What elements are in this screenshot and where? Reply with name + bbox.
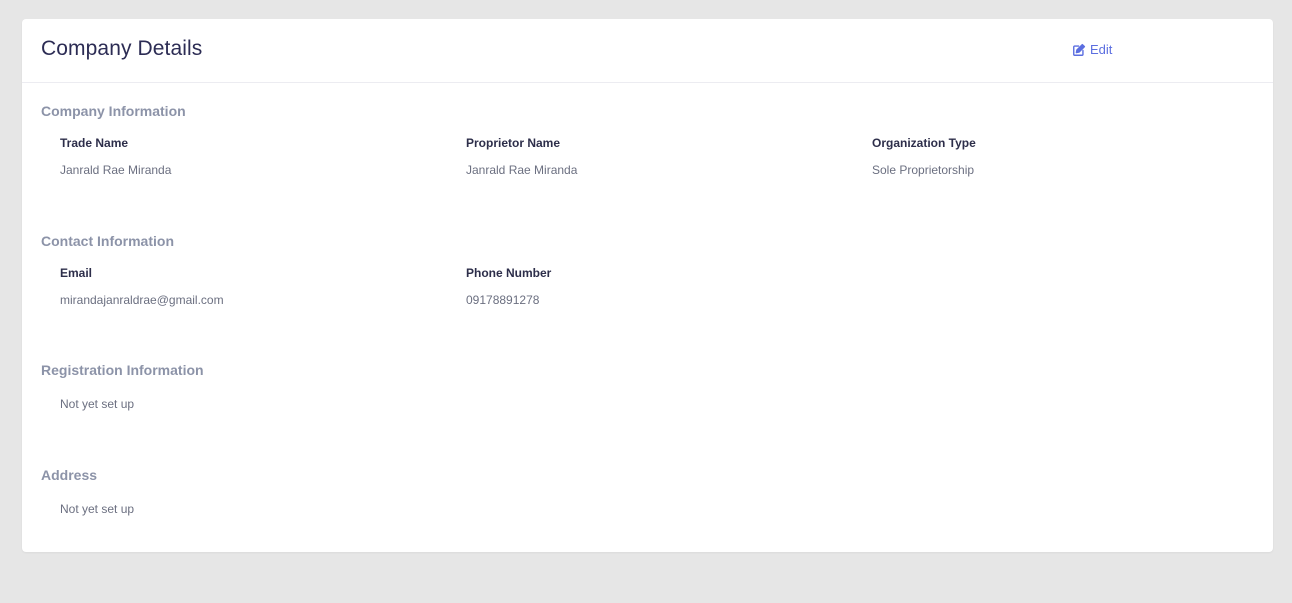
company-details-card: Company Details Edit Company Information… <box>22 19 1273 552</box>
field-label: Phone Number <box>466 266 552 280</box>
edit-button[interactable]: Edit <box>1072 42 1112 57</box>
field-organization-type: Organization Type Sole Proprietorship <box>872 136 1252 177</box>
page-title: Company Details <box>41 37 203 60</box>
field-proprietor-name: Proprietor Name Janrald Rae Miranda <box>466 136 846 177</box>
field-value: Janrald Rae Miranda <box>60 163 172 177</box>
field-value: Sole Proprietorship <box>872 163 975 177</box>
field-value: 09178891278 <box>466 293 540 307</box>
field-phone-number: Phone Number 09178891278 <box>466 266 846 307</box>
section-title-registration-information: Registration Information <box>41 362 204 378</box>
field-email: Email mirandajanraldrae@gmail.com <box>60 266 440 307</box>
registration-empty-text: Not yet set up <box>60 397 135 411</box>
field-label: Email <box>60 266 93 280</box>
edit-label: Edit <box>1090 42 1113 57</box>
card-header: Company Details Edit <box>22 19 1273 83</box>
address-empty-text: Not yet set up <box>60 502 135 516</box>
section-title-address: Address <box>41 467 98 483</box>
section-title-company-information: Company Information <box>41 103 186 119</box>
section-title-contact-information: Contact Information <box>41 233 174 249</box>
field-label: Proprietor Name <box>466 136 561 150</box>
field-trade-name: Trade Name Janrald Rae Miranda <box>60 136 440 177</box>
edit-icon <box>1072 43 1086 57</box>
field-label: Organization Type <box>872 136 976 150</box>
field-value: mirandajanraldrae@gmail.com <box>60 293 224 307</box>
field-value: Janrald Rae Miranda <box>466 163 578 177</box>
field-label: Trade Name <box>60 136 129 150</box>
